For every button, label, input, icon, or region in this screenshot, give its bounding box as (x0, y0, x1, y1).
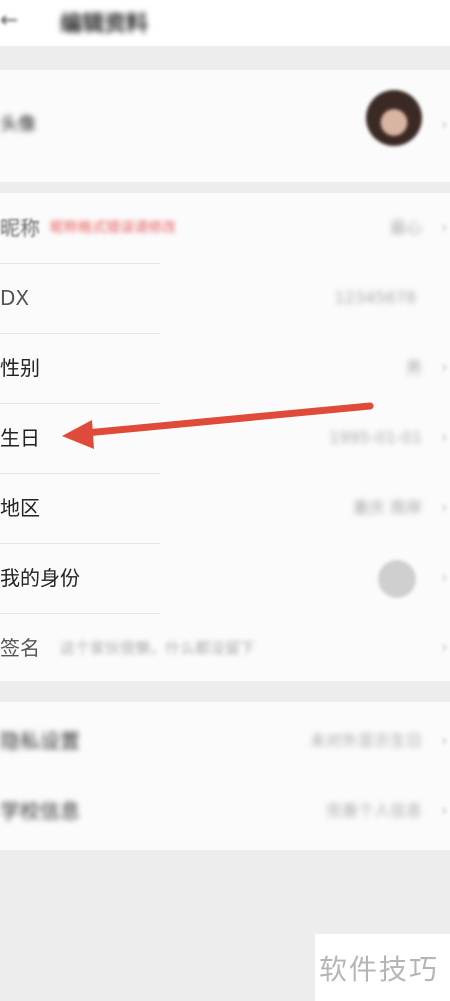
arrow-head (62, 420, 94, 449)
arrow-shaft (82, 402, 374, 437)
red-arrow-annotation (62, 402, 374, 449)
watermark: 软件技巧 (315, 934, 450, 1001)
watermark-text: 软件技巧 (319, 953, 440, 986)
